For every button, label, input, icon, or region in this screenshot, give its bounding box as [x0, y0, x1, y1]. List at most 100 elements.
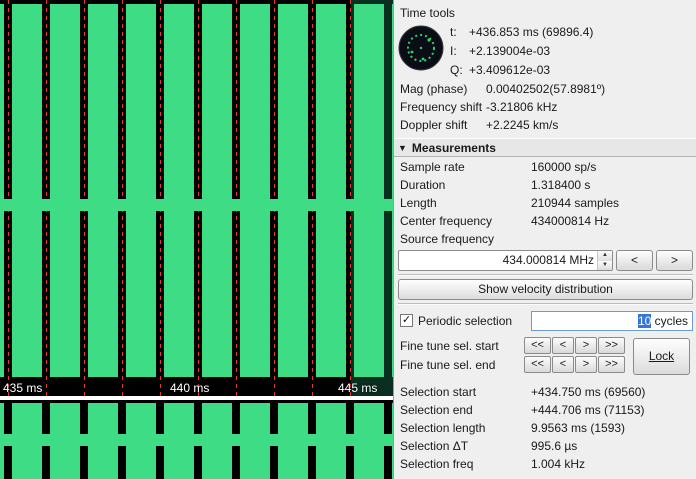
selection-marker-line — [122, 0, 123, 396]
waveform-centerline — [80, 439, 88, 442]
selection-marker-line — [274, 0, 275, 396]
collapse-arrow-icon: ▼ — [398, 140, 407, 157]
spin-down-icon[interactable]: ▼ — [598, 261, 612, 271]
selection-marker-line — [84, 0, 85, 396]
main-waveform-view[interactable]: 435 ms 440 ms 445 ms — [0, 0, 393, 396]
row-value: 210944 samples — [531, 194, 619, 213]
waveform-burst — [240, 4, 270, 377]
t-label: t: — [448, 23, 469, 42]
source-frequency-value: 434.000814 MHz — [399, 251, 597, 270]
row-label: Sample rate — [398, 158, 531, 177]
table-row: Selection length9.9563 ms (1593) — [398, 419, 693, 437]
source-frequency-spinbox[interactable]: 434.000814 MHz ▲ ▼ — [398, 250, 613, 271]
start-step-back-button[interactable]: < — [552, 337, 574, 354]
table-row: Source frequency — [398, 230, 693, 248]
waveform-burst — [164, 403, 194, 479]
panel-title: Time tools — [398, 5, 693, 23]
waveform-burst — [50, 403, 80, 479]
waveform-burst — [316, 403, 346, 479]
waveform-burst — [0, 403, 4, 479]
row-value: 995.6 µs — [531, 437, 577, 456]
spin-up-icon[interactable]: ▲ — [598, 251, 612, 261]
waveform-centerline — [270, 204, 278, 207]
cycles-value: 10 — [638, 314, 651, 328]
start-step-back-fast-button[interactable]: << — [524, 337, 551, 354]
selection-marker-line — [236, 0, 237, 396]
waveform-centerline — [156, 204, 164, 207]
waveform-burst — [202, 403, 232, 479]
measurements-section-header[interactable]: ▼ Measurements — [394, 138, 696, 157]
row-label: Selection start — [398, 383, 531, 402]
selection-marker-line — [312, 0, 313, 396]
cursor-readout-block: t:+436.853 ms (69896.4) I:+2.139004e-03 … — [398, 23, 693, 80]
row-label: Length — [398, 194, 531, 213]
time-axis-label: 440 ms — [170, 381, 209, 395]
cycles-input[interactable]: 10 cycles — [531, 311, 693, 331]
start-step-forward-fast-button[interactable]: >> — [598, 337, 625, 354]
waveform-burst — [278, 403, 308, 479]
waveform-centerline — [270, 439, 278, 442]
row-label: Selection length — [398, 419, 531, 438]
t-value: +436.853 ms (69896.4) — [469, 23, 593, 42]
periodic-selection-row: ✓ Periodic selection 10 cycles — [398, 308, 693, 333]
selection-marker-line — [350, 0, 351, 396]
waveform-burst — [164, 4, 194, 377]
frequency-next-button[interactable]: > — [656, 250, 693, 271]
waveform-burst — [316, 4, 346, 377]
fine-tune-start-row: Fine tune sel. start << < > >> — [398, 336, 631, 355]
periodic-selection-checkbox[interactable]: ✓ — [400, 314, 413, 327]
time-tools-window: 435 ms 440 ms 445 ms Time tools t:+436.8… — [0, 0, 696, 479]
frequency-prev-button[interactable]: < — [616, 250, 653, 271]
start-step-forward-button[interactable]: > — [575, 337, 597, 354]
waveform-centerline — [42, 439, 50, 442]
waveform-centerline — [194, 204, 202, 207]
waveform-centerline — [118, 204, 126, 207]
row-value: 160000 sp/s — [531, 158, 596, 177]
waveform-burst — [278, 4, 308, 377]
i-value: +2.139004e-03 — [469, 42, 550, 61]
waveform-centerline — [42, 204, 50, 207]
row-value: 9.9563 ms (1593) — [531, 419, 625, 438]
end-step-back-button[interactable]: < — [552, 356, 574, 373]
waveform-burst — [12, 403, 42, 479]
waveform-centerline — [346, 204, 354, 207]
table-row: Selection end+444.706 ms (71153) — [398, 401, 693, 419]
waveform-centerline — [232, 204, 240, 207]
show-velocity-distribution-button[interactable]: Show velocity distribution — [398, 279, 693, 300]
q-label: Q: — [448, 61, 469, 80]
end-step-back-fast-button[interactable]: << — [524, 356, 551, 373]
selection-marker-line — [198, 0, 199, 396]
waveform-centerline — [308, 439, 316, 442]
waveform-centerline — [118, 439, 126, 442]
fine-tune-start-label: Fine tune sel. start — [398, 339, 524, 353]
source-frequency-controls: 434.000814 MHz ▲ ▼ < > — [398, 250, 693, 271]
end-step-forward-fast-button[interactable]: >> — [598, 356, 625, 373]
lock-button[interactable]: Lock — [633, 338, 690, 375]
waveform-centerline — [308, 204, 316, 207]
time-axis-label: 435 ms — [3, 381, 42, 395]
mag-phase-label: Mag (phase) — [398, 80, 486, 99]
waveform-burst — [126, 403, 156, 479]
mag-phase-value: 0.00402502(57.8981º) — [486, 80, 605, 99]
fine-tune-block: Fine tune sel. start << < > >> Fine tune… — [398, 336, 693, 378]
overview-waveform-strip[interactable] — [0, 400, 393, 479]
end-step-forward-button[interactable]: > — [575, 356, 597, 373]
waveform-centerline — [232, 439, 240, 442]
waveform-burst — [88, 4, 118, 377]
selection-marker-line — [160, 0, 161, 396]
table-row: Length210944 samples — [398, 194, 693, 212]
selection-marker-line — [8, 0, 9, 396]
cycles-suffix: cycles — [651, 314, 688, 328]
i-label: I: — [448, 42, 469, 61]
separator — [398, 303, 693, 305]
row-label: Center frequency — [398, 212, 531, 231]
periodic-selection-label: Periodic selection — [418, 314, 512, 328]
waveform-centerline — [80, 204, 88, 207]
waveform-centerline — [346, 439, 354, 442]
waveform-burst — [50, 4, 80, 377]
time-tools-panel: Time tools t:+436.853 ms (69896.4) I:+2.… — [393, 0, 696, 479]
waveform-burst — [0, 4, 4, 377]
doppler-shift-value: +2.2245 km/s — [486, 116, 558, 135]
row-label: Duration — [398, 176, 531, 195]
q-value: +3.409612e-03 — [469, 61, 550, 80]
